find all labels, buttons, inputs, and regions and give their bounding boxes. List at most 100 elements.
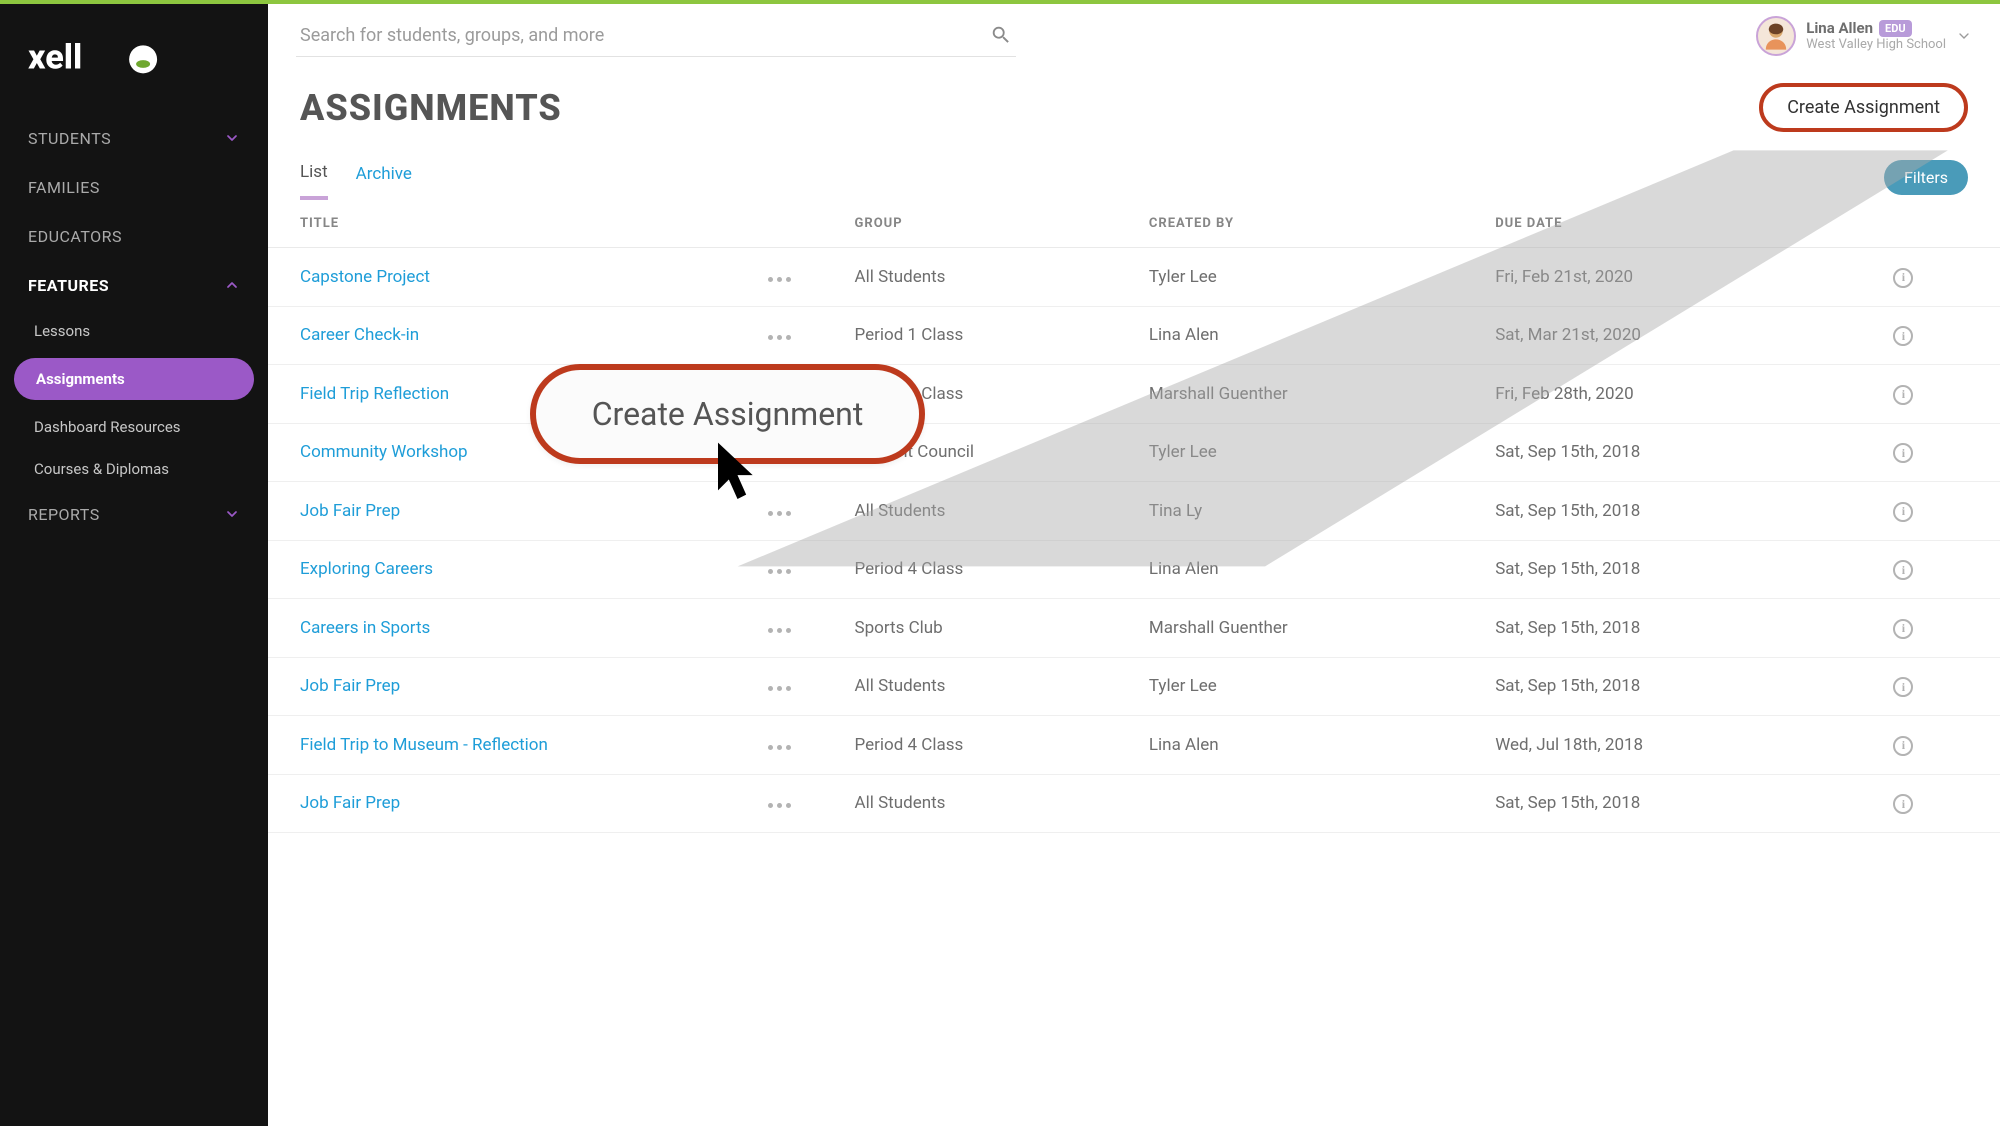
assignment-link[interactable]: Job Fair Prep xyxy=(300,501,400,521)
cell-info: i xyxy=(1861,423,2000,482)
cell-group: All Students xyxy=(823,774,1117,833)
cell-created-by: Marshall Guenther xyxy=(1117,599,1463,658)
row-menu-icon[interactable] xyxy=(768,628,791,633)
sidebar-item-features[interactable]: FEATURES xyxy=(0,261,268,310)
info-icon[interactable]: i xyxy=(1893,385,1913,405)
cell-title: Field Trip to Museum - Reflection xyxy=(268,716,736,775)
th-info xyxy=(1861,200,2000,248)
cell-group: Period 1 Class xyxy=(823,306,1117,365)
assignment-link[interactable]: Community Workshop xyxy=(300,442,468,462)
cell-info: i xyxy=(1861,306,2000,365)
user-name: Lina Allen xyxy=(1806,19,1873,37)
chevron-down-icon xyxy=(224,130,240,146)
th-title: TITLE xyxy=(268,200,736,248)
th-menu xyxy=(736,200,823,248)
th-created-by: CREATED BY xyxy=(1117,200,1463,248)
row-menu-icon[interactable] xyxy=(768,277,791,282)
cell-title: Exploring Careers xyxy=(268,540,736,599)
info-icon[interactable]: i xyxy=(1893,443,1913,463)
assignment-link[interactable]: Job Fair Prep xyxy=(300,793,400,813)
row-menu-icon[interactable] xyxy=(768,569,791,574)
xello-logo-icon: xell xyxy=(28,36,168,80)
sidebar-sub-courses-diplomas[interactable]: Courses & Diplomas xyxy=(0,448,268,490)
user-text: Lina Allen EDU West Valley High School xyxy=(1806,19,1946,52)
cell-created-by: Lina Alen xyxy=(1117,716,1463,775)
cell-title: Careers in Sports xyxy=(268,599,736,658)
sidebar-sub-dashboard-resources[interactable]: Dashboard Resources xyxy=(0,406,268,448)
cell-menu xyxy=(736,657,823,716)
cell-info: i xyxy=(1861,365,2000,424)
info-icon[interactable]: i xyxy=(1893,268,1913,288)
sidebar-item-reports[interactable]: REPORTS xyxy=(0,490,268,539)
cell-menu xyxy=(736,248,823,307)
info-icon[interactable]: i xyxy=(1893,794,1913,814)
info-icon[interactable]: i xyxy=(1893,677,1913,697)
cell-title: Job Fair Prep xyxy=(268,482,736,541)
row-menu-icon[interactable] xyxy=(768,745,791,750)
table-row: Field Trip to Museum - Reflection Period … xyxy=(268,716,2000,775)
create-assignment-button[interactable]: Create Assignment xyxy=(1759,83,1968,132)
cell-menu xyxy=(736,540,823,599)
assignment-link[interactable]: Career Check-in xyxy=(300,325,419,345)
tab-archive[interactable]: Archive xyxy=(356,156,412,198)
sidebar-sub-assignments[interactable]: Assignments xyxy=(14,358,254,400)
sidebar-item-families[interactable]: FAMILIES xyxy=(0,163,268,212)
cell-title: Job Fair Prep xyxy=(268,657,736,716)
table-row: Community WorkshopStudent CouncilTyler L… xyxy=(268,423,2000,482)
cell-created-by: Tyler Lee xyxy=(1117,248,1463,307)
table-row: Exploring CareersPeriod 4 ClassLina Alen… xyxy=(268,540,2000,599)
assignment-link[interactable]: Field Trip to Museum - Reflection xyxy=(300,735,548,755)
tab-list[interactable]: List xyxy=(300,154,328,200)
assignment-link[interactable]: Job Fair Prep xyxy=(300,676,400,696)
cell-group: All Students xyxy=(823,248,1117,307)
cell-title: Job Fair Prep xyxy=(268,774,736,833)
cell-title: Capstone Project xyxy=(268,248,736,307)
cell-created-by: Tina Ly xyxy=(1117,482,1463,541)
cell-due-date: Sat, Sep 15th, 2018 xyxy=(1463,774,1861,833)
search-field[interactable] xyxy=(296,14,1016,57)
row-menu-icon[interactable] xyxy=(768,511,791,516)
cell-created-by: Lina Alen xyxy=(1117,306,1463,365)
info-icon[interactable]: i xyxy=(1893,560,1913,580)
sidebar-item-students[interactable]: STUDENTS xyxy=(0,114,268,163)
assignment-link[interactable]: Field Trip Reflection xyxy=(300,384,449,404)
cell-info: i xyxy=(1861,657,2000,716)
cell-info: i xyxy=(1861,599,2000,658)
assignment-link[interactable]: Exploring Careers xyxy=(300,559,433,579)
cell-due-date: Sat, Sep 15th, 2018 xyxy=(1463,540,1861,599)
cell-due-date: Wed, Jul 18th, 2018 xyxy=(1463,716,1861,775)
cell-created-by: Tyler Lee xyxy=(1117,657,1463,716)
cell-info: i xyxy=(1861,482,2000,541)
info-icon[interactable]: i xyxy=(1893,326,1913,346)
row-menu-icon[interactable] xyxy=(768,335,791,340)
row-menu-icon[interactable] xyxy=(768,803,791,808)
user-menu[interactable]: Lina Allen EDU West Valley High School xyxy=(1756,16,1972,56)
info-icon[interactable]: i xyxy=(1893,502,1913,522)
row-menu-icon[interactable] xyxy=(768,686,791,691)
cell-due-date: Sat, Sep 15th, 2018 xyxy=(1463,599,1861,658)
svg-text:xell: xell xyxy=(28,38,82,78)
cell-created-by xyxy=(1117,774,1463,833)
sidebar-item-educators[interactable]: EDUCATORS xyxy=(0,212,268,261)
cell-group: All Students xyxy=(823,657,1117,716)
info-icon[interactable]: i xyxy=(1893,619,1913,639)
table-row: Capstone ProjectAll StudentsTyler LeeFri… xyxy=(268,248,2000,307)
assignment-link[interactable]: Careers in Sports xyxy=(300,618,430,638)
cell-created-by: Tyler Lee xyxy=(1117,423,1463,482)
search-icon[interactable] xyxy=(990,24,1012,46)
main-content: Lina Allen EDU West Valley High School A… xyxy=(268,4,2000,1126)
info-icon[interactable]: i xyxy=(1893,736,1913,756)
cell-group: Period 4 Class xyxy=(823,716,1117,775)
assignment-link[interactable]: Capstone Project xyxy=(300,267,430,287)
table-row: Field Trip ReflectionPeriod 4 ClassMarsh… xyxy=(268,365,2000,424)
edu-badge: EDU xyxy=(1879,20,1912,37)
cell-info: i xyxy=(1861,540,2000,599)
page-title: ASSIGNMENTS xyxy=(300,87,562,129)
th-group: GROUP xyxy=(823,200,1117,248)
sidebar-sub-lessons[interactable]: Lessons xyxy=(0,310,268,352)
cell-due-date: Sat, Sep 15th, 2018 xyxy=(1463,657,1861,716)
cell-info: i xyxy=(1861,774,2000,833)
search-input[interactable] xyxy=(300,25,990,46)
cell-info: i xyxy=(1861,248,2000,307)
filters-button[interactable]: Filters xyxy=(1884,160,1968,195)
